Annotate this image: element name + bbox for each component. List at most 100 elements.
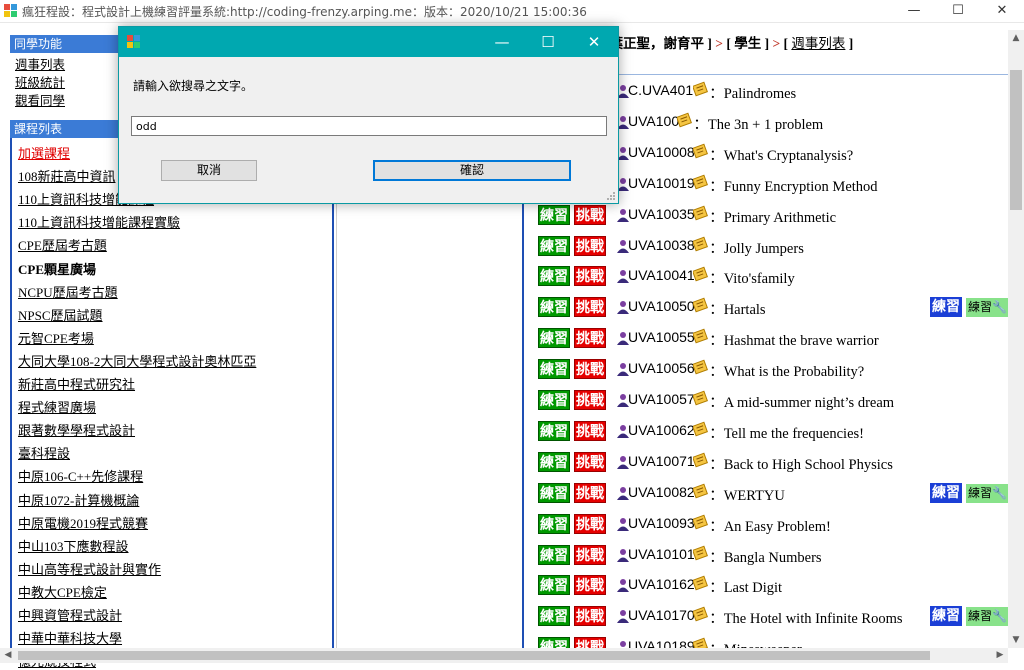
challenge-button[interactable]: 挑戰 [574, 606, 606, 627]
problem-name[interactable]: ：Jolly Jumpers [709, 237, 804, 258]
vertical-scrollbar[interactable]: ▲ ▼ [1008, 30, 1024, 648]
problem-title[interactable]: The Hotel with Infinite Rooms [724, 611, 903, 627]
problem-id[interactable]: UVA10041 [628, 267, 695, 283]
practice-button[interactable]: 練習 [538, 420, 570, 441]
problem-name[interactable]: ：The Hotel with Infinite Rooms [709, 607, 902, 628]
challenge-button[interactable]: 挑戰 [574, 297, 606, 318]
problem-id[interactable]: UVA10082 [628, 484, 695, 500]
dialog-close-button[interactable]: ✕ [571, 27, 617, 57]
problem-title[interactable]: Palindromes [724, 86, 797, 102]
pencil-icon[interactable] [692, 452, 709, 468]
practice-button[interactable]: 練習 [538, 266, 570, 287]
challenge-button[interactable]: 挑戰 [574, 266, 606, 287]
problem-name[interactable]: ：Last Digit [709, 576, 782, 597]
pencil-icon[interactable] [692, 421, 709, 437]
problem-title[interactable]: Jolly Jumpers [724, 241, 804, 257]
pencil-icon[interactable] [676, 112, 693, 128]
problem-title[interactable]: A mid-summer night’s dream [724, 395, 894, 411]
problem-title[interactable]: Hashmat the brave warrior [724, 333, 879, 349]
problem-title[interactable]: What's Cryptanalysis? [724, 148, 853, 164]
problem-title[interactable]: Last Digit [724, 580, 782, 596]
horizontal-scroll-thumb[interactable] [18, 651, 930, 660]
practice-button[interactable]: 練習 [538, 297, 570, 318]
problem-id[interactable]: C.UVA401 [628, 82, 693, 98]
course-link[interactable]: 新莊高中程式研究社 [18, 374, 135, 393]
maximize-button[interactable]: ☐ [936, 0, 980, 22]
problem-name[interactable]: ：Tell me the frequencies! [709, 422, 864, 443]
ok-button[interactable]: 確認 [373, 160, 571, 181]
problem-id[interactable]: UVA10162 [628, 576, 695, 592]
challenge-button[interactable]: 挑戰 [574, 359, 606, 380]
challenge-button[interactable]: 挑戰 [574, 544, 606, 565]
pencil-icon[interactable] [692, 606, 709, 622]
pencil-icon[interactable] [692, 545, 709, 561]
practice-result-badge[interactable]: 練習🔧 [966, 607, 1008, 627]
problem-id[interactable]: UVA100 [628, 113, 679, 129]
course-link[interactable]: NPSC歷屆試題 [18, 305, 103, 324]
practice-status-badge[interactable]: 練習 [930, 606, 962, 627]
cancel-button[interactable]: 取消 [161, 160, 257, 181]
search-input[interactable] [131, 116, 607, 136]
scroll-up-icon[interactable]: ▲ [1008, 30, 1024, 46]
problem-id[interactable]: UVA10050 [628, 298, 695, 314]
problem-id[interactable]: UVA10056 [628, 360, 695, 376]
problem-title[interactable]: WERTYU [724, 488, 785, 504]
function-link[interactable]: 週事列表 [15, 54, 65, 73]
vertical-scroll-thumb[interactable] [1010, 70, 1022, 210]
problem-name[interactable]: ：Palindromes [709, 82, 796, 103]
pencil-icon[interactable] [692, 236, 709, 252]
pencil-icon[interactable] [692, 328, 709, 344]
problem-name[interactable]: ：Vito'sfamily [709, 267, 795, 288]
dialog-maximize-button[interactable]: ☐ [525, 27, 571, 57]
problem-title[interactable]: Tell me the frequencies! [724, 426, 864, 442]
problem-title[interactable]: Funny Encryption Method [724, 179, 878, 195]
course-link[interactable]: 中興資管程式設計 [18, 605, 122, 624]
problem-name[interactable]: ：Back to High School Physics [709, 453, 893, 474]
course-link[interactable]: 中山高等程式設計與實作 [18, 559, 161, 578]
practice-button[interactable]: 練習 [538, 575, 570, 596]
course-link[interactable]: 110上資訊科技增能課程實驗 [18, 212, 180, 231]
course-link[interactable]: 跟著數學學程式設計 [18, 420, 135, 439]
breadcrumb-page-link[interactable]: 週事列表 [791, 36, 845, 51]
pencil-icon[interactable] [692, 514, 709, 530]
problem-title[interactable]: What is the Probability? [724, 364, 865, 380]
practice-button[interactable]: 練習 [538, 482, 570, 503]
course-link[interactable]: 臺科程設 [18, 443, 70, 462]
problem-id[interactable]: UVA10055 [628, 329, 695, 345]
course-link[interactable]: 元智CPE考場 [18, 328, 94, 347]
scroll-left-icon[interactable]: ◀ [0, 648, 16, 663]
course-link[interactable]: 中原106-C++先修課程 [18, 466, 143, 485]
problem-name[interactable]: ：Bangla Numbers [709, 546, 821, 567]
practice-button[interactable]: 練習 [538, 451, 570, 472]
course-link[interactable]: 中原1072-計算機概論 [18, 490, 139, 509]
problem-id[interactable]: UVA10019 [628, 175, 695, 191]
practice-button[interactable]: 練習 [538, 606, 570, 627]
practice-button[interactable]: 練習 [538, 513, 570, 534]
problem-name[interactable]: ：Primary Arithmetic [709, 206, 836, 227]
pencil-icon[interactable] [692, 266, 709, 282]
pencil-icon[interactable] [692, 81, 709, 97]
challenge-button[interactable]: 挑戰 [574, 482, 606, 503]
course-link[interactable]: NCPU歷屆考古題 [18, 282, 118, 301]
course-link[interactable]: 程式練習廣場 [18, 397, 96, 416]
course-link[interactable]: 108新莊高中資訊 [18, 166, 116, 185]
pencil-icon[interactable] [692, 174, 709, 190]
pencil-icon[interactable] [692, 359, 709, 375]
practice-button[interactable]: 練習 [538, 544, 570, 565]
pencil-icon[interactable] [692, 390, 709, 406]
problem-id[interactable]: UVA10057 [628, 391, 695, 407]
challenge-button[interactable]: 挑戰 [574, 390, 606, 410]
resize-grip-icon[interactable] [606, 191, 616, 201]
problem-id[interactable]: UVA10035 [628, 206, 695, 222]
pencil-icon[interactable] [692, 143, 709, 159]
problem-name[interactable]: ：What is the Probability? [709, 360, 864, 381]
practice-button[interactable]: 練習 [538, 328, 570, 349]
challenge-button[interactable]: 挑戰 [574, 451, 606, 472]
practice-result-badge[interactable]: 練習🔧 [966, 298, 1008, 318]
problem-id[interactable]: UVA10038 [628, 237, 695, 253]
problem-name[interactable]: ：What's Cryptanalysis? [709, 144, 853, 165]
problem-name[interactable]: ：WERTYU [709, 484, 785, 505]
problem-name[interactable]: ：Hashmat the brave warrior [709, 329, 879, 350]
problem-id[interactable]: UVA10170 [628, 607, 695, 623]
horizontal-scrollbar[interactable]: ◀ ▶ [0, 648, 1008, 663]
